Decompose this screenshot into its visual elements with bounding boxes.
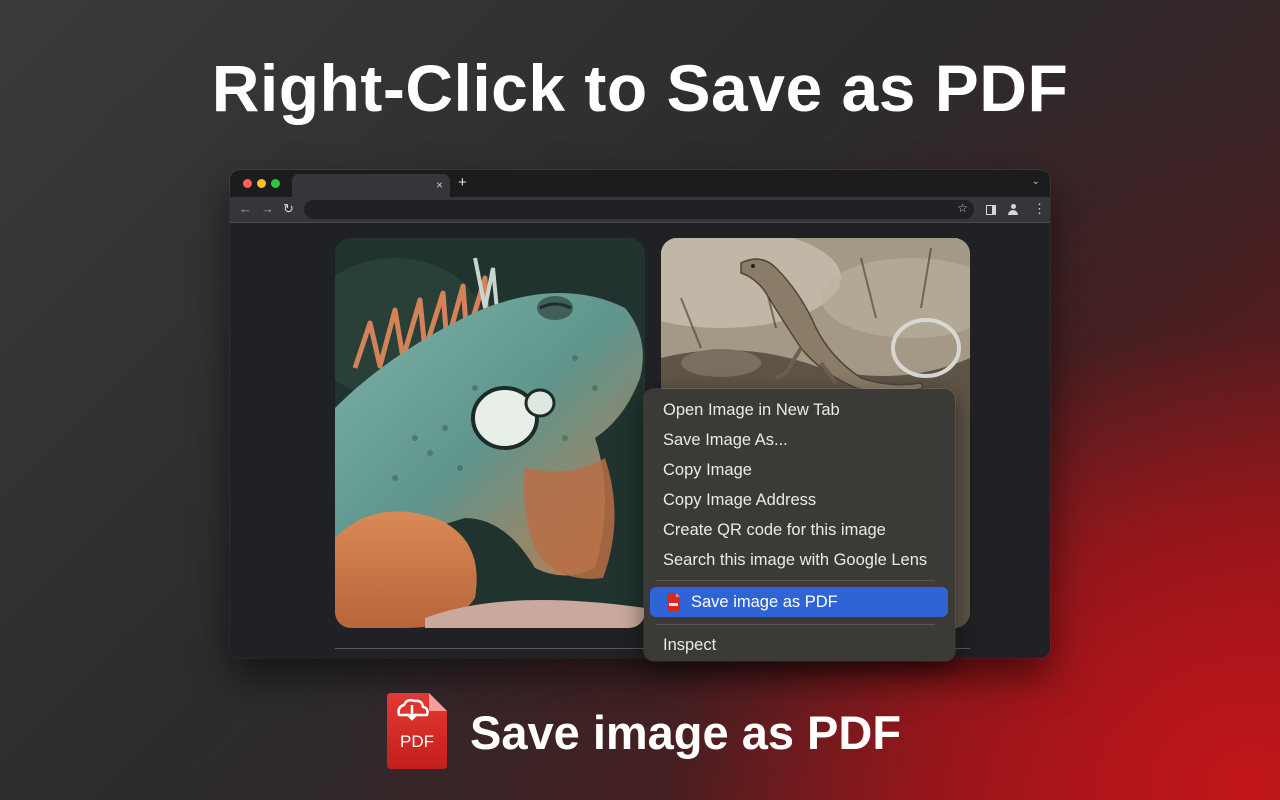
pdf-file-icon: [667, 593, 680, 611]
profile-icon[interactable]: [1008, 204, 1018, 215]
back-icon[interactable]: ←: [239, 202, 252, 216]
side-panel-icon[interactable]: [986, 205, 996, 215]
menu-item-copy-image-address[interactable]: Copy Image Address: [663, 488, 816, 512]
menu-item-copy-image[interactable]: Copy Image: [663, 458, 752, 482]
menu-item-save-image-as-pdf[interactable]: Save image as PDF: [650, 587, 948, 617]
minimize-window-button[interactable]: [257, 179, 266, 188]
browser-toolbar: ← → ↻ ☆ ⋮: [230, 197, 1050, 223]
browser-tab[interactable]: ×: [292, 174, 450, 197]
kebab-menu-icon[interactable]: ⋮: [1033, 202, 1046, 216]
footer-title: Save image as PDF: [470, 706, 902, 759]
reload-icon[interactable]: ↻: [283, 202, 294, 216]
menu-separator: [656, 580, 935, 581]
address-bar[interactable]: ☆: [304, 200, 974, 219]
page-headline: Right-Click to Save as PDF: [211, 51, 1069, 125]
menu-item-save-image-as[interactable]: Save Image As...: [663, 428, 788, 452]
bookmark-star-icon[interactable]: ☆: [957, 201, 968, 215]
menu-item-create-qr-code[interactable]: Create QR code for this image: [663, 518, 886, 542]
forward-icon[interactable]: →: [261, 202, 274, 216]
pdf-app-icon: PDF: [387, 693, 447, 769]
context-menu: Open Image in New Tab Save Image As... C…: [644, 389, 955, 661]
close-window-button[interactable]: [243, 179, 252, 188]
menu-item-inspect[interactable]: Inspect: [663, 633, 716, 657]
iguana-image[interactable]: [335, 238, 645, 628]
menu-separator: [656, 624, 935, 625]
menu-item-open-image-new-tab[interactable]: Open Image in New Tab: [663, 398, 840, 422]
tab-close-icon[interactable]: ×: [436, 178, 443, 192]
menu-item-save-image-as-pdf-label: Save image as PDF: [691, 593, 838, 611]
pdf-app-icon-label: PDF: [400, 732, 434, 751]
tab-bar: × + ⌄: [230, 170, 1050, 197]
zoom-window-button[interactable]: [271, 179, 280, 188]
menu-item-search-google-lens[interactable]: Search this image with Google Lens: [663, 548, 927, 572]
iguana-illustration: [335, 238, 645, 628]
new-tab-button[interactable]: +: [458, 175, 467, 191]
tab-search-icon[interactable]: ⌄: [1032, 176, 1040, 187]
